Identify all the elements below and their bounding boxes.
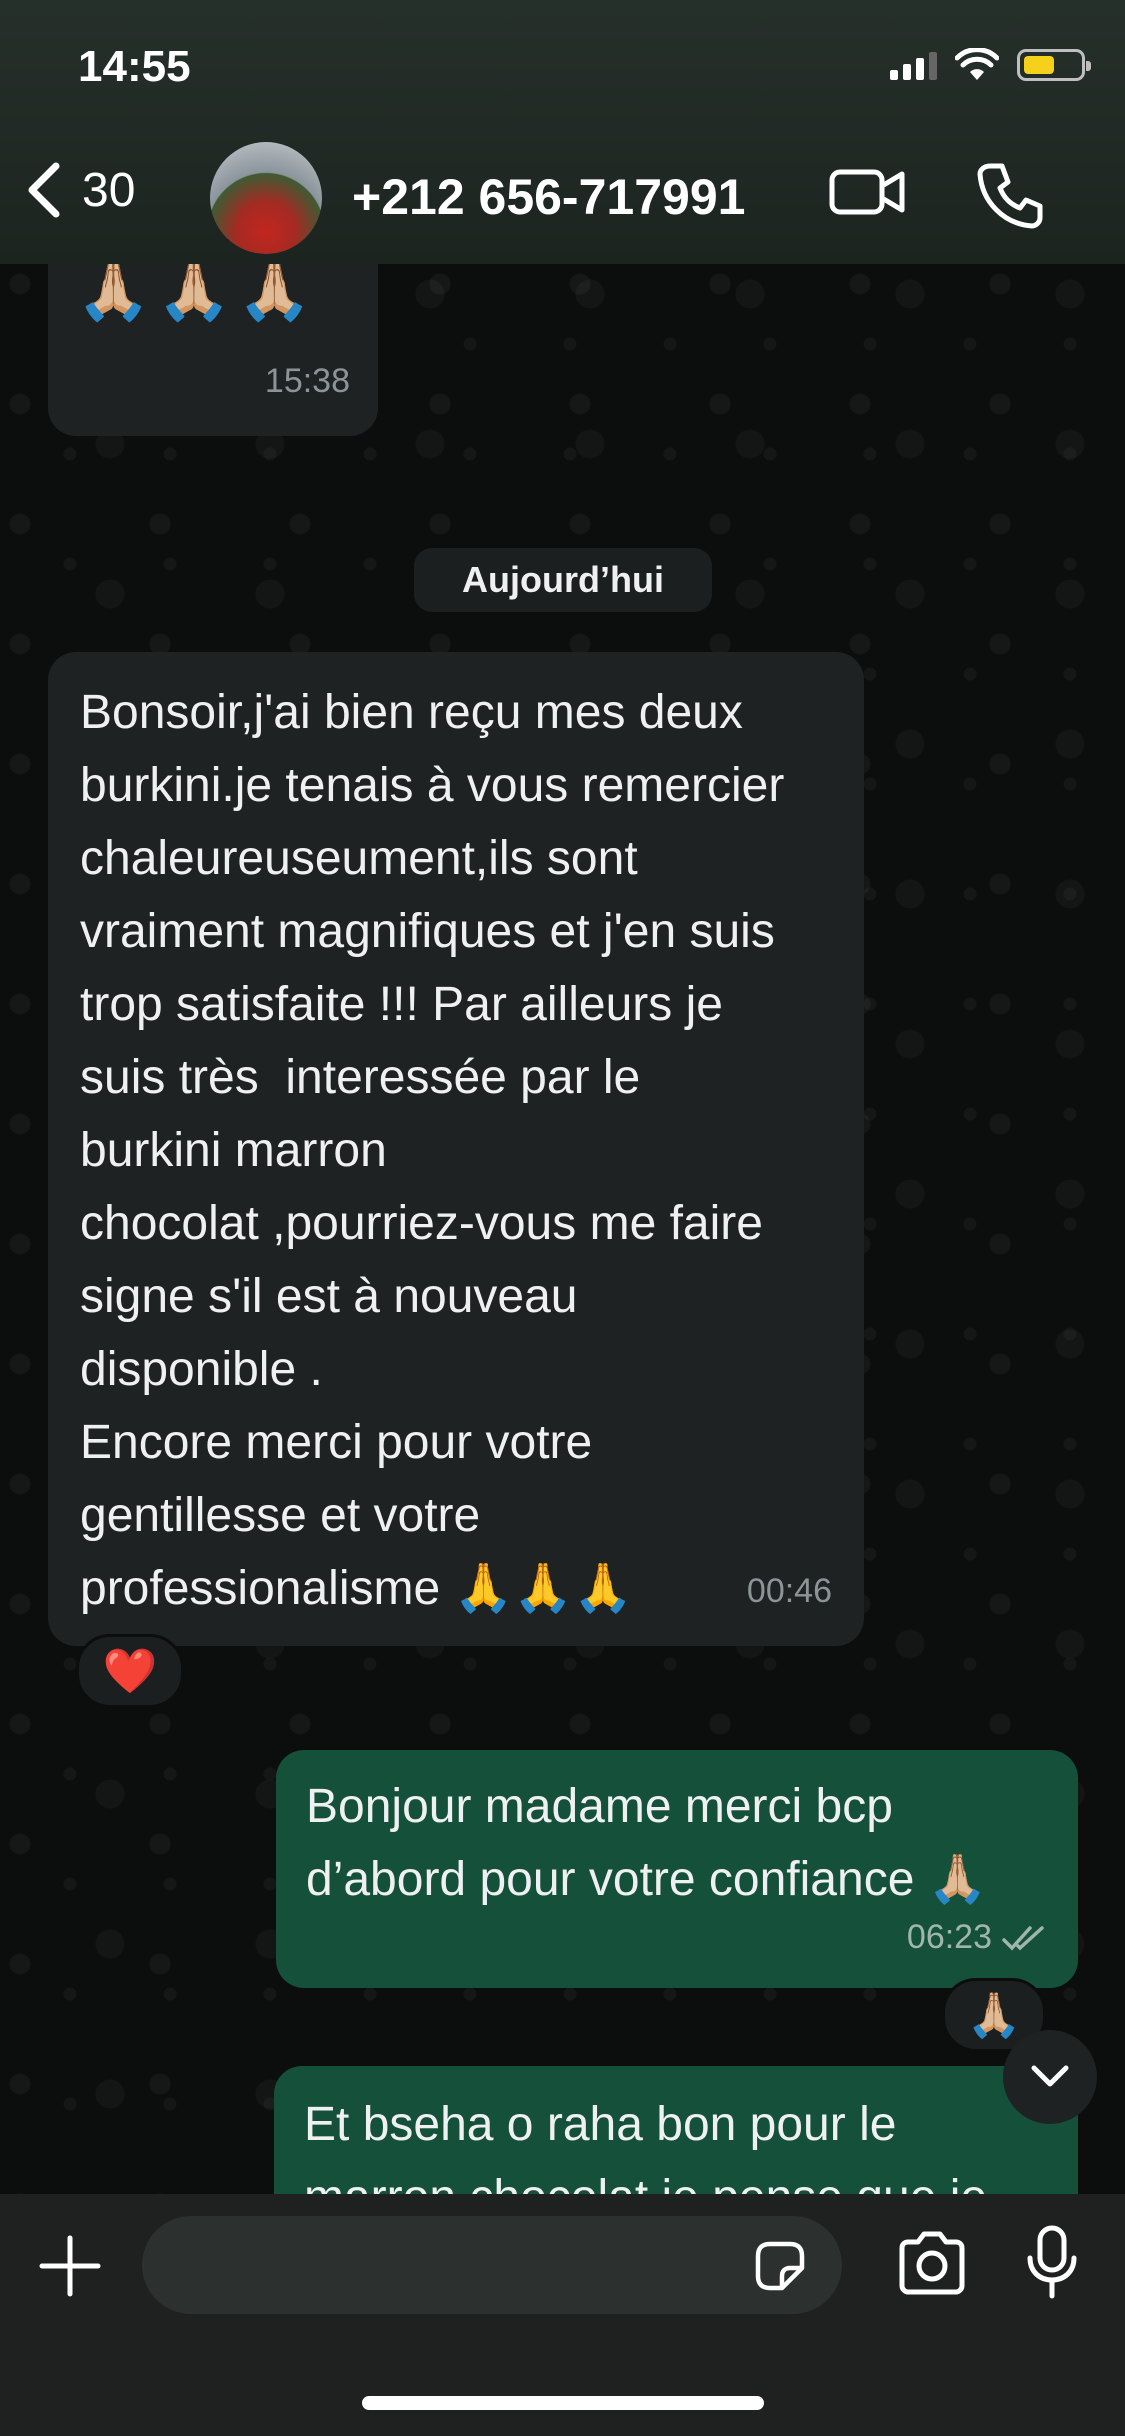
camera-icon[interactable] bbox=[896, 2228, 968, 2298]
message-line: professionalisme 🙏🙏🙏 bbox=[80, 1562, 633, 1615]
message-line: Bonjour madame merci bcp bbox=[306, 1780, 893, 1833]
video-call-icon[interactable] bbox=[828, 160, 908, 224]
battery-icon bbox=[1017, 49, 1091, 81]
message-line: burkini marron bbox=[80, 1124, 387, 1177]
message-line: chocolat ,pourriez-vous me faire bbox=[80, 1197, 763, 1250]
message-line: disponible . bbox=[80, 1343, 323, 1396]
message-input[interactable] bbox=[142, 2216, 842, 2314]
message-line: burkini.je tenais à vous remercier bbox=[80, 759, 785, 812]
cellular-signal-icon bbox=[890, 50, 937, 80]
avatar[interactable] bbox=[210, 142, 322, 254]
message-text: Bonsoir,j'ai bien reçu mes deux burkini.… bbox=[80, 676, 832, 1625]
microphone-icon[interactable] bbox=[1024, 2224, 1080, 2300]
status-icons bbox=[890, 48, 1091, 82]
message-bubble-incoming[interactable]: Bonsoir,j'ai bien reçu mes deux burkini.… bbox=[48, 652, 864, 1646]
chevron-left-icon bbox=[28, 162, 60, 218]
contact-name[interactable]: +212 656-717991 bbox=[352, 168, 745, 226]
message-text: 🙏🏼🙏🏼🙏🏼 bbox=[76, 256, 319, 323]
battery-level bbox=[1024, 56, 1054, 74]
message-line: signe s'il est à nouveau bbox=[80, 1270, 578, 1323]
message-line: chaleureuseument,ils sont bbox=[80, 832, 638, 885]
message-bubble-outgoing[interactable]: Bonjour madame merci bcp d’abord pour vo… bbox=[276, 1750, 1078, 1988]
message-line: Et bseha o raha bon pour le bbox=[304, 2098, 897, 2151]
back-button[interactable]: 30 bbox=[24, 162, 135, 218]
unread-count: 30 bbox=[82, 163, 136, 217]
message-composer bbox=[0, 2194, 1125, 2436]
chevron-down-icon bbox=[1031, 2065, 1069, 2087]
message-time: 06:23 bbox=[906, 1918, 992, 1956]
reaction-heart[interactable]: ❤️ bbox=[76, 1634, 184, 1708]
message-line: gentillesse et votre bbox=[80, 1489, 481, 1542]
wifi-icon bbox=[955, 48, 999, 80]
message-line: Encore merci pour votre bbox=[80, 1416, 593, 1469]
message-time: 15:38 bbox=[264, 362, 350, 400]
message-line: vraiment magnifiques et j'en suis bbox=[80, 905, 775, 958]
status-time: 14:55 bbox=[78, 42, 191, 91]
double-check-icon bbox=[1002, 1925, 1044, 1951]
home-indicator bbox=[362, 2396, 764, 2410]
scroll-to-bottom-button[interactable] bbox=[1003, 2030, 1097, 2124]
date-separator: Aujourd’hui bbox=[414, 548, 712, 612]
message-line: trop satisfaite !!! Par ailleurs je bbox=[80, 978, 723, 1031]
reaction-emoji: 🙏🏼 bbox=[966, 1991, 1022, 2040]
reaction-emoji: ❤️ bbox=[102, 1647, 158, 1696]
chat-header: 14:55 30 +212 656-717991 bbox=[0, 0, 1125, 264]
message-meta: 06:23 bbox=[907, 1901, 1048, 1974]
phone-call-icon[interactable] bbox=[976, 160, 1046, 230]
message-text: Bonjour madame merci bcp d’abord pour vo… bbox=[306, 1770, 1048, 1916]
message-line: suis très interessée par le bbox=[80, 1051, 641, 1104]
sticker-icon[interactable] bbox=[752, 2238, 808, 2294]
plus-icon[interactable] bbox=[38, 2234, 102, 2298]
message-line: Bonsoir,j'ai bien reçu mes deux bbox=[80, 686, 743, 739]
message-time: 00:46 bbox=[746, 1572, 832, 1610]
